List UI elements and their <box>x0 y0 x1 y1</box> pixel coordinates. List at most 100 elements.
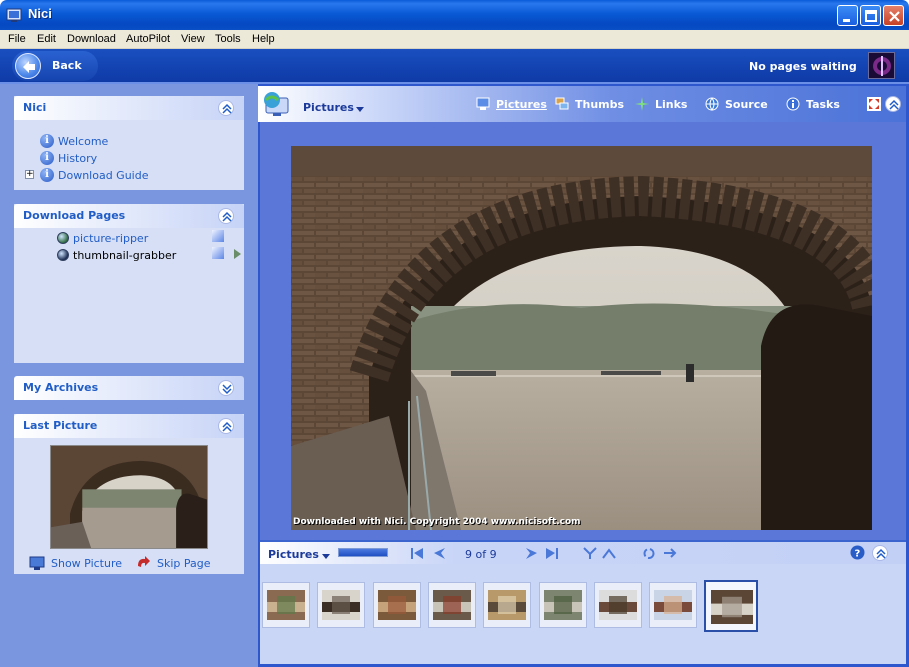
tab-links[interactable]: Links <box>635 97 687 111</box>
thumbnail-image <box>488 590 527 620</box>
play-arrow-icon <box>234 249 241 259</box>
download-guide-label: Download Guide <box>58 168 149 182</box>
info-icon: i <box>40 134 54 148</box>
page-item-label: thumbnail-grabber <box>73 248 177 262</box>
fullscreen-icon[interactable] <box>867 97 881 111</box>
menu-edit[interactable]: Edit <box>37 33 56 45</box>
tab-pictures-label: Pictures <box>496 97 547 111</box>
tab-links-label: Links <box>655 97 688 111</box>
filmstrip-toolbar: Pictures 9 of 9 ? <box>260 540 906 564</box>
thumbnail-image <box>543 590 582 620</box>
page-globe-icon <box>57 249 69 261</box>
downloaded-picture[interactable]: Downloaded with Nici. Copyright 2004 www… <box>291 146 872 530</box>
collapse-up-icon[interactable] <box>885 96 901 112</box>
welcome-link[interactable]: i Welcome <box>40 133 108 149</box>
nici-panel: Nici i Welcome i History + i Download Gu… <box>14 96 244 190</box>
tab-tasks-label: Tasks <box>806 97 840 111</box>
maximize-button[interactable] <box>860 5 881 26</box>
info-icon <box>786 97 800 111</box>
picture-view: Pictures Pictures Thumbs Links Source Ta… <box>258 84 909 667</box>
chevron-down-icon[interactable] <box>322 554 330 559</box>
menu-file[interactable]: File <box>8 33 26 45</box>
collapse-up-icon[interactable] <box>218 208 234 224</box>
zoom-out-icon[interactable] <box>602 547 616 560</box>
maximize-icon <box>865 10 877 22</box>
source-globe-icon <box>705 97 719 111</box>
history-link[interactable]: i History <box>40 150 97 166</box>
menu-autopilot[interactable]: AutoPilot <box>126 33 170 45</box>
filmstrip-thumbnail[interactable] <box>372 582 421 628</box>
view-dropdown[interactable]: Pictures <box>303 101 354 114</box>
collapse-up-icon[interactable] <box>872 545 888 561</box>
picture-position: 9 of 9 <box>465 548 497 561</box>
thumbnail-image <box>654 590 693 620</box>
expand-down-icon[interactable] <box>218 380 234 396</box>
tab-thumbs[interactable]: Thumbs <box>555 97 624 111</box>
show-picture-label: Show Picture <box>51 556 123 570</box>
chevron-down-icon[interactable] <box>356 107 364 112</box>
collapse-up-icon[interactable] <box>218 100 234 116</box>
slideshow-icon[interactable] <box>663 547 677 560</box>
page-item-picture-ripper[interactable]: picture-ripper <box>57 230 148 246</box>
filmstrip-thumbnail[interactable] <box>538 582 587 628</box>
menu-help[interactable]: Help <box>252 33 275 45</box>
tab-tasks[interactable]: Tasks <box>786 97 840 111</box>
filmstrip-thumbnail[interactable] <box>262 582 310 628</box>
previous-picture-icon[interactable] <box>432 547 446 560</box>
tab-source[interactable]: Source <box>705 97 768 111</box>
back-label: Back <box>52 59 82 72</box>
collapse-up-icon[interactable] <box>218 418 234 434</box>
toolbar: Back No pages waiting <box>0 49 909 84</box>
nici-logo-icon <box>868 52 895 79</box>
menu-tools[interactable]: Tools <box>215 33 241 45</box>
filmstrip-thumbnail[interactable] <box>649 582 698 628</box>
minimize-icon <box>843 19 850 22</box>
skip-page-label: Skip Page <box>157 556 211 570</box>
welcome-label: Welcome <box>58 134 109 148</box>
download-guide-link[interactable]: i Download Guide <box>40 167 148 183</box>
filmstrip-thumbnail[interactable] <box>427 582 476 628</box>
close-button[interactable] <box>883 5 904 26</box>
download-progress-bar <box>338 548 388 557</box>
archives-header[interactable]: My Archives <box>14 376 244 400</box>
back-arrow-icon <box>15 53 41 79</box>
skip-page-button[interactable]: Skip Page <box>135 555 211 571</box>
page-globe-icon <box>57 232 69 244</box>
help-icon[interactable]: ? <box>850 545 865 560</box>
next-picture-icon[interactable] <box>525 547 539 560</box>
filmstrip-thumbnail[interactable] <box>483 582 532 628</box>
zoom-in-icon[interactable] <box>583 547 597 560</box>
monitor-picture-icon <box>476 97 490 110</box>
nici-panel-title: Nici <box>23 101 47 114</box>
last-picture-header[interactable]: Last Picture <box>14 414 244 438</box>
expand-plus-icon[interactable]: + <box>25 170 34 179</box>
page-item-thumbnail-grabber[interactable]: thumbnail-grabber <box>57 247 176 263</box>
menu-view[interactable]: View <box>181 33 205 45</box>
download-pages-header[interactable]: Download Pages <box>14 204 244 228</box>
rotate-icon[interactable] <box>642 547 656 560</box>
filmstrip-dropdown[interactable]: Pictures <box>268 548 319 561</box>
first-picture-icon[interactable] <box>410 547 424 560</box>
page-item-label: picture-ripper <box>73 231 149 245</box>
thumbnail-image <box>598 590 637 620</box>
picture-watermark: Downloaded with Nici. Copyright 2004 www… <box>293 517 581 527</box>
menu-download[interactable]: Download <box>67 33 116 45</box>
back-button[interactable]: Back <box>12 51 98 81</box>
nici-panel-header[interactable]: Nici <box>14 96 244 120</box>
last-picture-title: Last Picture <box>23 419 98 432</box>
download-pages-panel: Download Pages picture-ripper thumbnail-… <box>14 204 244 363</box>
filmstrip-thumbnail[interactable] <box>317 582 366 628</box>
filmstrip-thumbnail[interactable] <box>704 580 759 632</box>
menu-bar: File Edit Download AutoPilot View Tools … <box>0 30 909 49</box>
progress-fill <box>339 549 387 556</box>
last-picture-thumbnail[interactable] <box>50 445 208 549</box>
minimize-button[interactable] <box>837 5 858 26</box>
svg-text:?: ? <box>855 549 861 560</box>
tab-pictures[interactable]: Pictures <box>476 97 547 111</box>
info-icon: i <box>40 151 54 165</box>
page-status-icon <box>212 247 224 259</box>
filmstrip-thumbnail[interactable] <box>593 582 642 628</box>
last-picture-icon[interactable] <box>545 547 559 560</box>
archives-panel: My Archives <box>14 376 244 401</box>
show-picture-button[interactable]: Show Picture <box>29 555 122 571</box>
